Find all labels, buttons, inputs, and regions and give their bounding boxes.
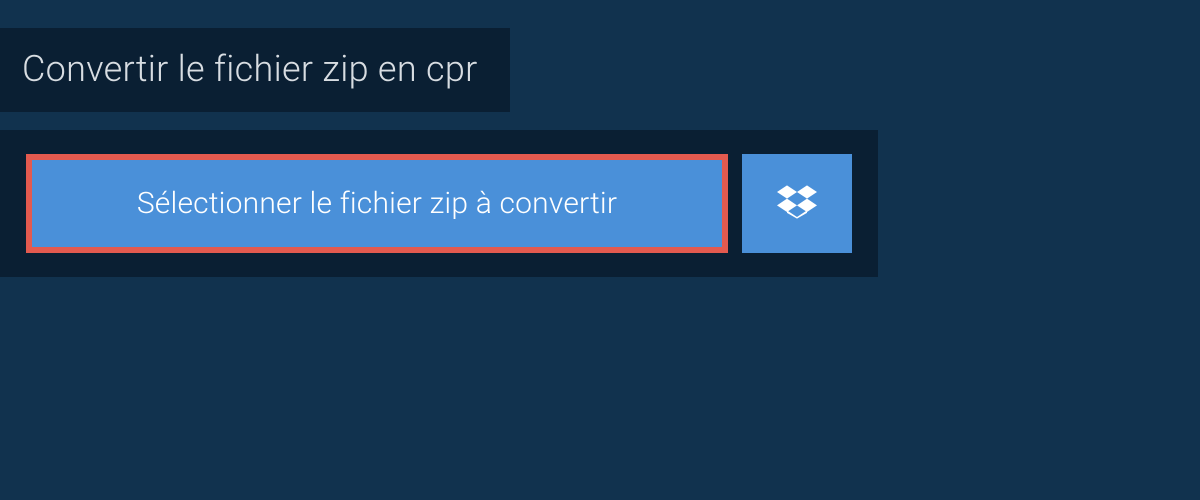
header-bar: Convertir le fichier zip en cpr <box>0 28 510 112</box>
upload-panel: Sélectionner le fichier zip à convertir <box>0 130 878 277</box>
page-title: Convertir le fichier zip en cpr <box>22 48 478 90</box>
dropbox-button[interactable] <box>742 154 852 253</box>
dropbox-icon <box>777 182 817 226</box>
select-file-button[interactable]: Sélectionner le fichier zip à convertir <box>26 154 728 253</box>
